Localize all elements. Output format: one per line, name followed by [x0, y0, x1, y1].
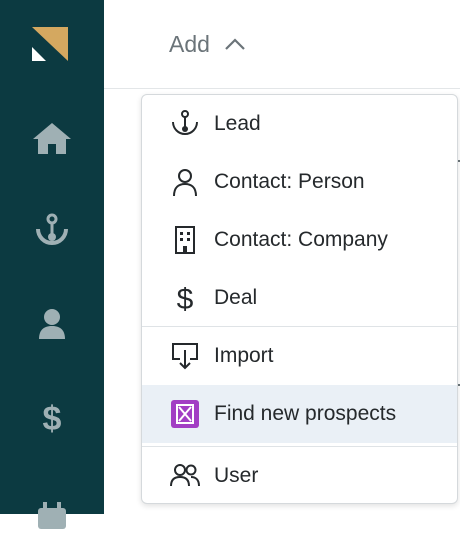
- menu-item-contact-person[interactable]: Contact: Person: [142, 153, 457, 211]
- sidebar-item-leads[interactable]: [0, 201, 104, 261]
- building-icon: [170, 225, 200, 255]
- calendar-icon: [38, 502, 66, 529]
- users-icon: [170, 461, 200, 491]
- menu-item-label: Deal: [214, 286, 258, 309]
- home-icon: [33, 123, 71, 154]
- dollar-icon: $: [170, 283, 200, 313]
- svg-text:$: $: [43, 400, 62, 437]
- sidebar-item-contacts[interactable]: [0, 294, 104, 354]
- import-icon: [170, 341, 200, 371]
- sidebar-item-home[interactable]: [0, 108, 104, 168]
- person-icon: [39, 309, 65, 339]
- menu-item-label: Contact: Company: [214, 228, 388, 251]
- person-outline-icon: [170, 167, 200, 197]
- anchor-icon: [36, 213, 68, 245]
- dollar-icon: $: [43, 400, 62, 437]
- menu-item-import[interactable]: Import: [142, 327, 457, 385]
- sidebar-item-deals[interactable]: $: [0, 388, 104, 448]
- svg-text:$: $: [177, 283, 194, 313]
- top-bar: Add: [104, 0, 460, 89]
- logo[interactable]: [32, 27, 68, 61]
- chevron-up-icon: [225, 38, 245, 50]
- menu-item-label: Import: [214, 344, 274, 367]
- sidebar-item-calendar[interactable]: [0, 484, 104, 544]
- menu-item-label: Lead: [214, 112, 261, 135]
- menu-item-label: Contact: Person: [214, 170, 365, 193]
- sidebar: $: [0, 0, 104, 529]
- anchor-icon: [170, 109, 200, 139]
- menu-item-user[interactable]: User: [142, 447, 457, 503]
- menu-item-lead[interactable]: Lead: [142, 95, 457, 153]
- menu-item-label: Find new prospects: [214, 402, 397, 425]
- add-button[interactable]: Add: [169, 28, 246, 60]
- menu-item-label: User: [214, 464, 259, 487]
- add-button-label: Add: [169, 30, 210, 57]
- prospects-icon: [170, 399, 200, 429]
- menu-item-contact-company[interactable]: Contact: Company: [142, 211, 457, 269]
- menu-item-deal[interactable]: $ Deal: [142, 269, 457, 327]
- add-dropdown-menu: Lead Contact: Person Contact: Company $ …: [141, 94, 458, 504]
- menu-item-find-new-prospects[interactable]: Find new prospects: [142, 385, 457, 443]
